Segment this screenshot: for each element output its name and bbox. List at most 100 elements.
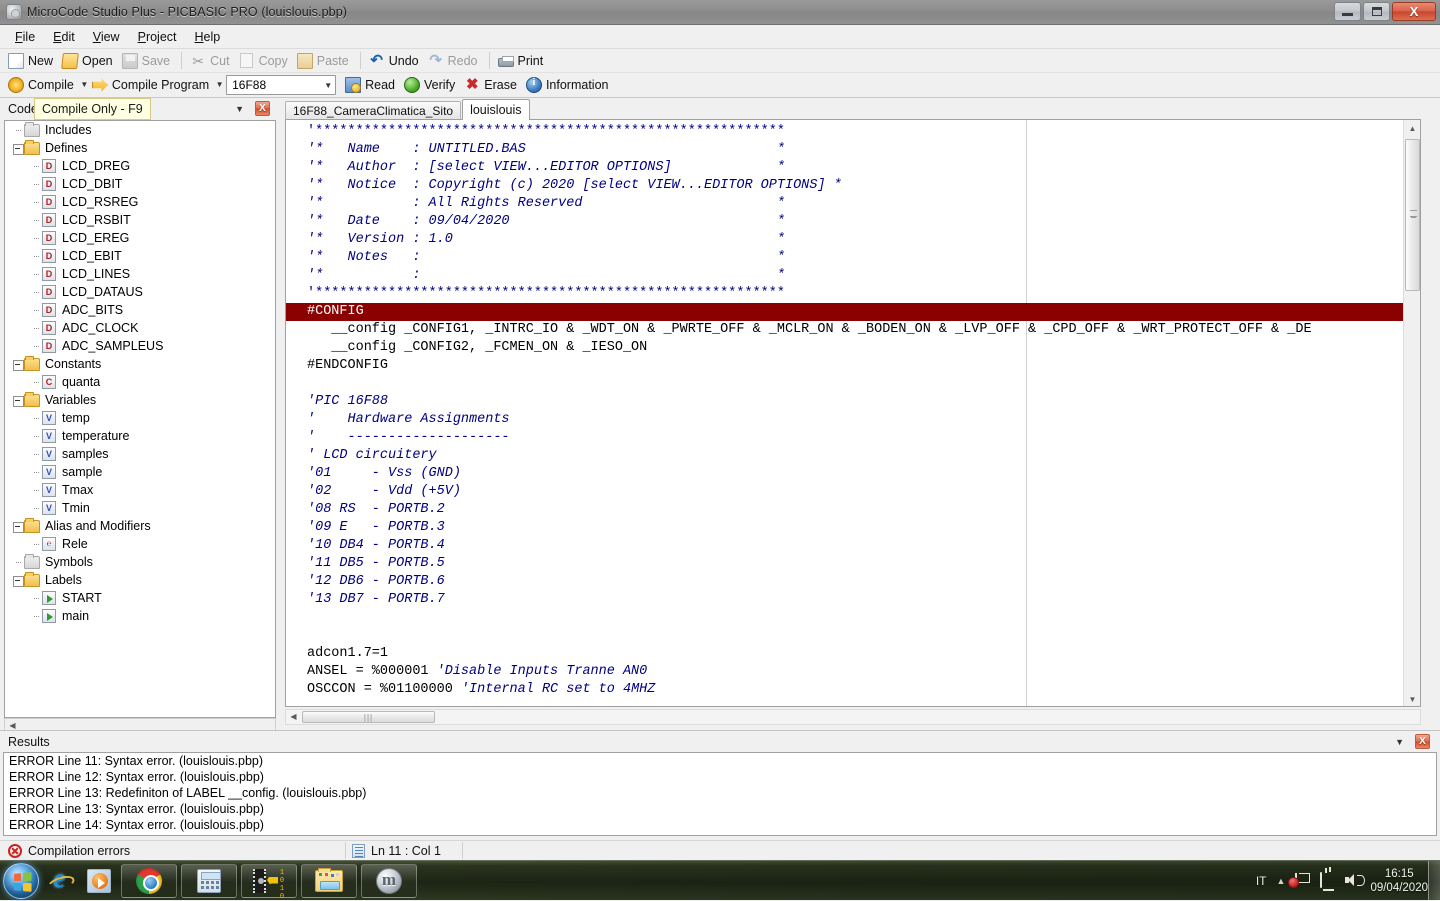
- device-select[interactable]: 16F88 ▼: [226, 75, 336, 95]
- start-button[interactable]: [3, 863, 39, 899]
- paste-button[interactable]: Paste: [294, 51, 355, 71]
- print-button[interactable]: Print: [495, 52, 550, 70]
- results-close-button[interactable]: X: [1415, 734, 1430, 749]
- minimize-button[interactable]: [1334, 2, 1361, 21]
- tree-item-rele[interactable]: ℮Rele: [5, 535, 275, 553]
- compile-dropdown-arrow-icon[interactable]: ▼: [80, 77, 89, 93]
- menu-project[interactable]: Project: [129, 27, 186, 47]
- results-menu-arrow-icon[interactable]: ▼: [1395, 737, 1404, 747]
- tree-item-lcd-rsbit[interactable]: DLCD_RSBIT: [5, 211, 275, 229]
- new-button[interactable]: New: [5, 51, 59, 71]
- vscroll-thumb[interactable]: [1405, 139, 1420, 291]
- information-button[interactable]: Information: [523, 75, 615, 95]
- taskbar-microcode-studio[interactable]: [361, 864, 417, 898]
- tree-item-lcd-rsreg[interactable]: DLCD_RSREG: [5, 193, 275, 211]
- result-line[interactable]: ERROR Line 13: Syntax error. (louislouis…: [4, 801, 1436, 817]
- language-indicator[interactable]: IT: [1256, 874, 1267, 888]
- result-line[interactable]: ERROR Line 14: Syntax error. (louislouis…: [4, 817, 1436, 833]
- erase-button[interactable]: ✖ Erase: [461, 75, 523, 95]
- taskbar-calculator[interactable]: [181, 864, 237, 898]
- code-explorer-tree[interactable]: IncludesDefinesDLCD_DREGDLCD_DBITDLCD_RS…: [4, 120, 276, 718]
- tree-item-quanta[interactable]: Cquanta: [5, 373, 275, 391]
- tree-item-start[interactable]: START: [5, 589, 275, 607]
- tree-item-samples[interactable]: Vsamples: [5, 445, 275, 463]
- tree-collapse-icon[interactable]: [11, 355, 24, 373]
- tree-item-main[interactable]: main: [5, 607, 275, 625]
- tree-item-adc-clock[interactable]: DADC_CLOCK: [5, 319, 275, 337]
- maximize-button[interactable]: [1363, 2, 1390, 21]
- tree-collapse-icon[interactable]: [11, 139, 24, 157]
- code-editor[interactable]: '***************************************…: [285, 119, 1421, 707]
- result-line[interactable]: ERROR Line 13: Redefiniton of LABEL __co…: [4, 785, 1436, 801]
- redo-button[interactable]: ↷ Redo: [425, 51, 484, 71]
- compile-button[interactable]: Compile: [5, 75, 80, 95]
- copy-button[interactable]: Copy: [236, 51, 294, 71]
- tree-item-symbols[interactable]: Symbols: [5, 553, 275, 571]
- open-button[interactable]: Open: [59, 51, 119, 71]
- menu-help[interactable]: Help: [186, 27, 230, 47]
- taskbar-chrome[interactable]: [121, 864, 177, 898]
- cut-button[interactable]: ✂ Cut: [187, 51, 235, 71]
- verify-button[interactable]: Verify: [401, 75, 461, 95]
- scroll-down-arrow-icon[interactable]: ▼: [1404, 691, 1421, 707]
- tree-item-alias-and-modifiers[interactable]: Alias and Modifiers: [5, 517, 275, 535]
- taskbar-windows-explorer[interactable]: [301, 864, 357, 898]
- window-titlebar: MicroCode Studio Plus - PICBASIC PRO (lo…: [0, 0, 1440, 25]
- tree-item-lcd-ereg[interactable]: DLCD_EREG: [5, 229, 275, 247]
- read-button[interactable]: Read: [342, 75, 401, 95]
- cursor-position: Ln 11 : Col 1: [352, 844, 441, 858]
- code-explorer-close-button[interactable]: X: [255, 101, 270, 116]
- tree-item-tmax[interactable]: VTmax: [5, 481, 275, 499]
- tree-item-adc-sampleus[interactable]: DADC_SAMPLEUS: [5, 337, 275, 355]
- editor-vscrollbar[interactable]: ▲ ▼: [1403, 120, 1420, 707]
- tree-collapse-icon[interactable]: [11, 391, 24, 409]
- menu-file[interactable]: File: [6, 27, 44, 47]
- compile-program-dropdown-arrow-icon[interactable]: ▼: [215, 77, 224, 93]
- tree-item-lcd-lines[interactable]: DLCD_LINES: [5, 265, 275, 283]
- clock[interactable]: 16:15 09/04/2020: [1370, 867, 1428, 895]
- taskbar-internet-explorer[interactable]: [39, 863, 79, 899]
- tree-item-includes[interactable]: Includes: [5, 121, 275, 139]
- cut-label: Cut: [210, 54, 229, 68]
- tree-collapse-icon[interactable]: [11, 517, 24, 535]
- menu-view[interactable]: View: [84, 27, 129, 47]
- save-button[interactable]: Save: [119, 51, 177, 71]
- tab-16F88-CameraClimatica-Sito[interactable]: 16F88_CameraClimatica_Sito: [285, 101, 461, 120]
- tree-item-temperature[interactable]: Vtemperature: [5, 427, 275, 445]
- undo-button[interactable]: ↶ Undo: [366, 51, 425, 71]
- results-list[interactable]: ERROR Line 11: Syntax error. (louislouis…: [3, 752, 1437, 836]
- tree-item-lcd-dataus[interactable]: DLCD_DATAUS: [5, 283, 275, 301]
- hscroll-thumb[interactable]: |||: [302, 711, 435, 723]
- tree-item-tmin[interactable]: VTmin: [5, 499, 275, 517]
- editor-hscrollbar[interactable]: ◀ |||: [285, 709, 1421, 725]
- show-hidden-icons-arrow-icon[interactable]: ▲: [1277, 876, 1286, 886]
- tree-item-constants[interactable]: Constants: [5, 355, 275, 373]
- tree-item-temp[interactable]: Vtemp: [5, 409, 275, 427]
- scroll-left-arrow-icon[interactable]: ◀: [287, 711, 300, 723]
- scroll-up-arrow-icon[interactable]: ▲: [1404, 120, 1421, 137]
- network-icon[interactable]: [1320, 873, 1337, 890]
- tree-item-lcd-dreg[interactable]: DLCD_DREG: [5, 157, 275, 175]
- result-line[interactable]: ERROR Line 12: Syntax error. (louislouis…: [4, 769, 1436, 785]
- tree-item-labels[interactable]: Labels: [5, 571, 275, 589]
- close-button[interactable]: X: [1392, 2, 1436, 21]
- tab-louislouis[interactable]: louislouis: [462, 99, 529, 120]
- result-line[interactable]: ERROR Line 11: Syntax error. (louislouis…: [4, 753, 1436, 769]
- action-center-flag-icon[interactable]: [1295, 873, 1312, 890]
- compile-program-button[interactable]: Compile Program: [89, 75, 215, 95]
- tree-item-adc-bits[interactable]: DADC_BITS: [5, 301, 275, 319]
- tree-connector-icon: [29, 175, 42, 193]
- tree-collapse-icon[interactable]: [11, 571, 24, 589]
- tree-item-variables[interactable]: Variables: [5, 391, 275, 409]
- tree-item-sample[interactable]: Vsample: [5, 463, 275, 481]
- code-line: '* Notice : Copyright (c) 2020 [select V…: [307, 177, 1421, 195]
- volume-icon[interactable]: [1345, 873, 1362, 890]
- tree-item-lcd-ebit[interactable]: DLCD_EBIT: [5, 247, 275, 265]
- taskbar-pic-programmer[interactable]: 1010: [241, 864, 297, 898]
- tree-item-defines[interactable]: Defines: [5, 139, 275, 157]
- code-explorer-menu-arrow-icon[interactable]: ▼: [235, 104, 244, 114]
- tree-item-lcd-dbit[interactable]: DLCD_DBIT: [5, 175, 275, 193]
- taskbar-windows-media-player[interactable]: [79, 863, 119, 899]
- show-desktop-button[interactable]: [1428, 861, 1440, 901]
- menu-edit[interactable]: Edit: [44, 27, 84, 47]
